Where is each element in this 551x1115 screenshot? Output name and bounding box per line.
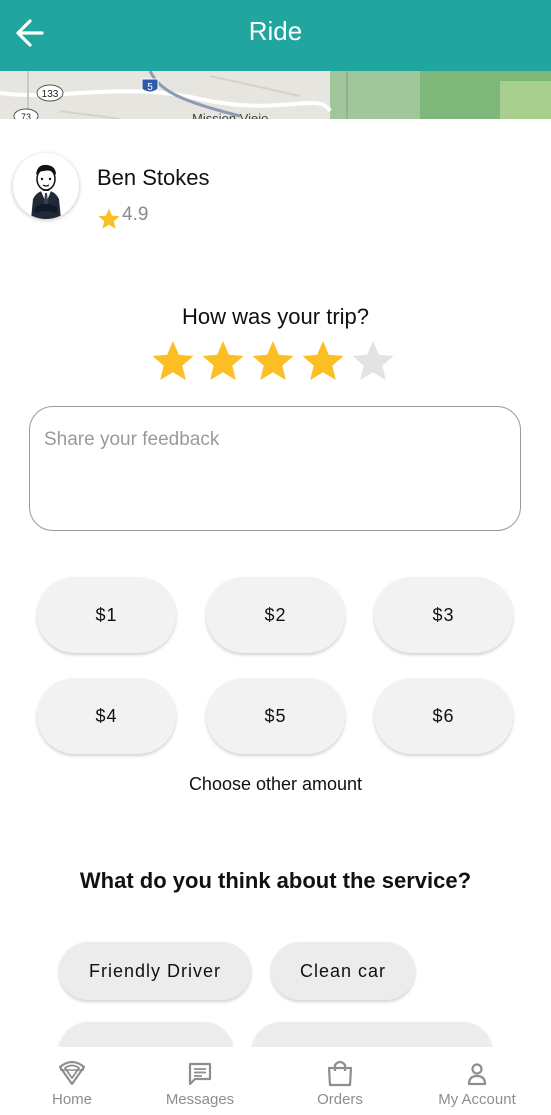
tip-button-1[interactable]: $1 [37,577,176,653]
tip-button-3[interactable]: $3 [374,577,513,653]
driver-avatar [13,153,79,219]
service-chip-clean-car[interactable]: Clean car [271,942,415,1000]
shopping-bag-icon [327,1060,353,1087]
star-icon [98,208,120,229]
map-view[interactable]: 133 5 73 Mission Viejo [0,71,551,121]
nav-home[interactable]: Home [22,1047,122,1115]
road-shield-5: 5 [141,78,159,93]
tip-button-6[interactable]: $6 [374,678,513,754]
tip-button-4[interactable]: $4 [37,678,176,754]
nav-messages[interactable]: Messages [150,1047,250,1115]
driver-rating-value: 4.9 [122,204,149,225]
home-logo-icon [58,1060,86,1086]
trip-rating-stars [150,339,402,385]
nav-my-account[interactable]: My Account [422,1047,532,1115]
road-label-133: 133 [42,89,59,100]
road-label-5: 5 [147,82,153,93]
service-chip-partial[interactable] [59,1022,233,1047]
feedback-input[interactable] [29,406,521,531]
driver-avatar-icon [13,153,79,219]
person-icon [467,1063,487,1086]
service-question: What do you think about the service? [79,868,472,893]
nav-my-account-label: My Account [438,1091,516,1108]
rating-star-3-icon[interactable] [250,339,296,385]
road-shield-133: 133 [36,84,64,102]
trip-rating-question: How was your trip? [181,304,370,329]
rating-sheet: Ben Stokes 4.9 How was your trip? $1 $2 … [0,119,551,1047]
bottom-navigation: Home Messages Orders My Account [0,1047,551,1115]
rating-star-2-icon[interactable] [200,339,246,385]
tip-button-5[interactable]: $5 [206,678,345,754]
service-chip-friendly-driver[interactable]: Friendly Driver [59,942,251,1000]
driver-name: Ben Stokes [97,165,210,190]
nav-orders-label: Orders [317,1091,363,1108]
nav-home-label: Home [51,1091,92,1108]
service-chip-partial[interactable] [252,1022,492,1047]
tip-button-2[interactable]: $2 [206,577,345,653]
rating-star-5-icon[interactable] [350,339,396,385]
nav-orders[interactable]: Orders [290,1047,390,1115]
rating-star-4-icon[interactable] [300,339,346,385]
page-title: Ride [248,16,303,46]
rating-star-1-icon[interactable] [150,339,196,385]
nav-messages-label: Messages [165,1091,235,1108]
map-image: 133 5 73 Mission Viejo [0,71,551,121]
app-header: Ride [0,0,551,71]
message-icon [188,1062,212,1086]
choose-other-amount-link[interactable]: Choose other amount [0,774,551,795]
